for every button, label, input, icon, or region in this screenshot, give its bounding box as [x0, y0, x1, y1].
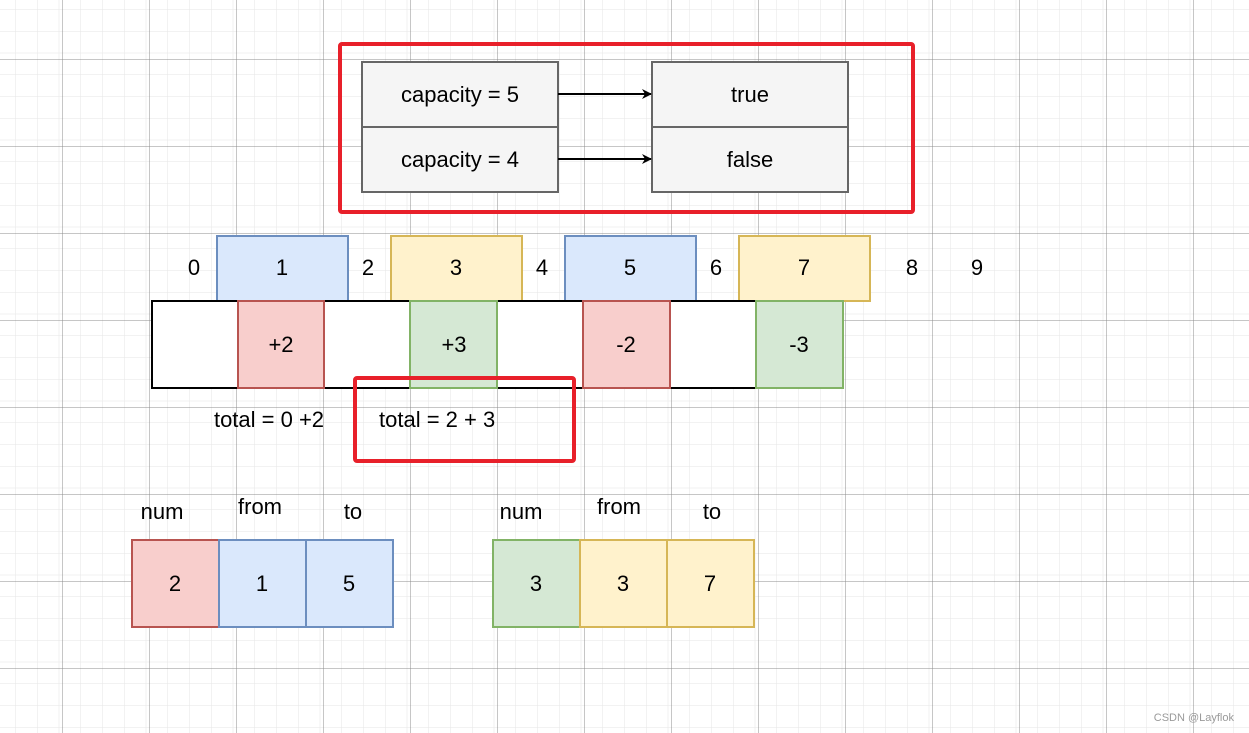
total-label: total = 2 + 3 [379, 407, 495, 432]
field-header: from [597, 494, 641, 519]
trip-record: num from to 3 3 7 [492, 494, 755, 628]
diagram-canvas: capacity = 5 capacity = 4 true false 0 1… [0, 0, 1249, 733]
position-label: 4 [536, 255, 548, 280]
position-label: 3 [450, 255, 462, 280]
delta-label: -3 [789, 332, 809, 357]
result-label: false [727, 147, 773, 172]
capacity-label: capacity = 4 [401, 147, 519, 172]
watermark: CSDN @Layflok [1154, 712, 1235, 724]
position-label: 5 [624, 255, 636, 280]
position-label: 7 [798, 255, 810, 280]
field-header: from [238, 494, 282, 519]
field-value: 1 [256, 571, 268, 596]
position-label: 9 [971, 255, 983, 280]
delta-row: +2 +3 -2 -3 [151, 300, 844, 389]
field-header: num [141, 499, 184, 524]
field-header: num [500, 499, 543, 524]
field-value: 3 [530, 571, 542, 596]
delta-label: -2 [616, 332, 636, 357]
field-header: to [703, 499, 721, 524]
field-value: 5 [343, 571, 355, 596]
field-value: 7 [704, 571, 716, 596]
position-label: 8 [906, 255, 918, 280]
delta-label: +2 [268, 332, 293, 357]
field-value: 2 [169, 571, 181, 596]
result-label: true [731, 82, 769, 107]
field-value: 3 [617, 571, 629, 596]
total-label: total = 0 +2 [214, 407, 324, 432]
position-label: 0 [188, 255, 200, 280]
position-label: 1 [276, 255, 288, 280]
position-label: 2 [362, 255, 374, 280]
position-row: 0 1 2 3 4 5 6 7 8 9 [188, 235, 983, 302]
trip-record: num from to 2 1 5 [131, 494, 394, 628]
delta-label: +3 [441, 332, 466, 357]
field-header: to [344, 499, 362, 524]
capacity-label: capacity = 5 [401, 82, 519, 107]
position-label: 6 [710, 255, 722, 280]
diagram-svg: capacity = 5 capacity = 4 true false 0 1… [0, 0, 1249, 733]
